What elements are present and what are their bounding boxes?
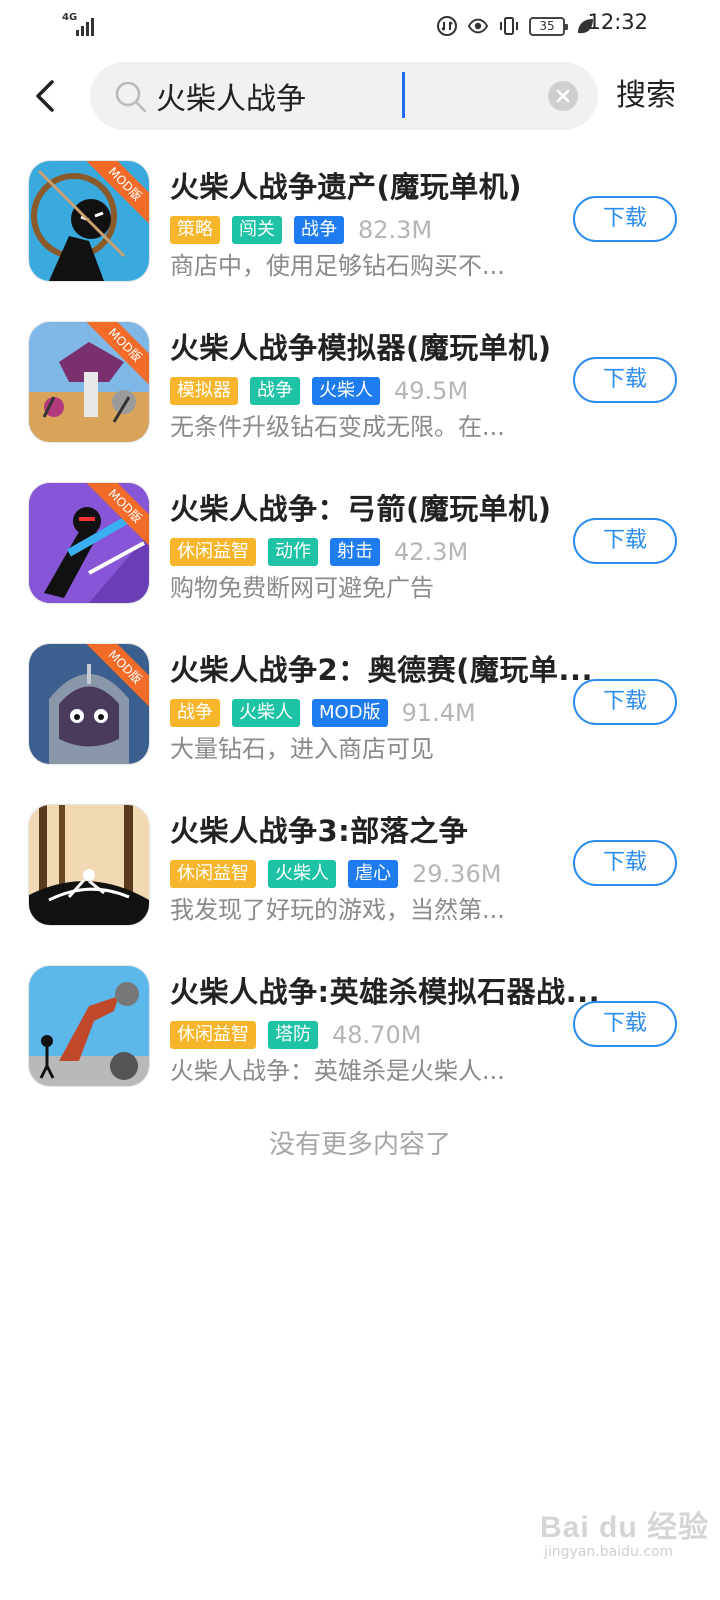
app-description: 无条件升级钻石变成无限。在...	[170, 413, 505, 441]
tag: 塔防	[268, 1021, 318, 1049]
app-description: 我发现了好玩的游戏，当然第...	[170, 896, 505, 924]
app-description: 商店中，使用足够钻石购买不...	[170, 252, 505, 280]
tag-row: 战争 火柴人 MOD版 91.4M	[170, 699, 476, 727]
app-title[interactable]: 火柴人战争模拟器(魔玩单机)	[170, 325, 600, 367]
app-icon-stick-war-hero	[28, 965, 150, 1087]
tag: 动作	[268, 538, 318, 566]
search-box[interactable]	[90, 62, 598, 130]
end-of-list-message: 没有更多内容了	[268, 1130, 451, 1160]
tag: 射击	[330, 538, 380, 566]
watermark-logo-text: Bai du 经验	[540, 1511, 710, 1544]
tag: 战争	[250, 377, 300, 405]
baidu-jingyan-watermark: Bai du 经验 jingyan.baidu.com	[540, 1492, 710, 1574]
tag-row: 休闲益智 动作 射击 42.3M	[170, 538, 468, 566]
tag: 火柴人	[312, 377, 380, 405]
chevron-left-icon	[36, 80, 54, 112]
list-item[interactable]: MOD版 火柴人战争模拟器(魔玩单机) 模拟器 战争 火柴人 49.5M 无条件…	[0, 315, 720, 476]
tag: 休闲益智	[170, 1021, 256, 1049]
tag: 策略	[170, 216, 220, 244]
text-cursor	[402, 72, 405, 118]
app-icon-stick-war-3	[28, 804, 150, 926]
file-size: 42.3M	[394, 538, 469, 566]
list-item[interactable]: MOD版 火柴人战争遗产(魔玩单机) 策略 闯关 战争 82.3M 商店中，使用…	[0, 154, 720, 315]
list-item[interactable]: MOD版 火柴人战争2：奥德赛(魔玩单... 战争 火柴人 MOD版 91.4M…	[0, 637, 720, 798]
battery-icon: 35	[529, 16, 568, 36]
tag-row: 休闲益智 火柴人 虐心 29.36M	[170, 860, 501, 888]
app-title[interactable]: 火柴人战争遗产(魔玩单机)	[170, 164, 600, 206]
app-icon-stick-war-archery: MOD版	[28, 482, 150, 604]
app-description: 大量钻石，进入商店可见	[170, 735, 434, 763]
download-button[interactable]: 下载	[573, 840, 677, 886]
tag: 火柴人	[268, 860, 336, 888]
app-description: 购物免费断网可避免广告	[170, 574, 434, 602]
network-type: 4G	[62, 12, 78, 23]
tag-row: 模拟器 战争 火柴人 49.5M	[170, 377, 468, 405]
eye-comfort-icon	[467, 18, 489, 34]
app-title[interactable]: 火柴人战争：弓箭(魔玩单机)	[170, 486, 600, 528]
tag: 休闲益智	[170, 538, 256, 566]
tag: 闯关	[232, 216, 282, 244]
file-size: 29.36M	[412, 860, 502, 888]
file-size: 82.3M	[358, 216, 433, 244]
download-button[interactable]: 下载	[573, 679, 677, 725]
app-description: 火柴人战争：英雄杀是火柴人...	[170, 1057, 505, 1085]
tag: 虐心	[348, 860, 398, 888]
search-input[interactable]	[156, 70, 536, 122]
search-button[interactable]: 搜索	[616, 72, 676, 120]
clear-search-button[interactable]	[548, 81, 578, 111]
app-icon-stick-war-2-odyssey: MOD版	[28, 643, 150, 765]
list-item[interactable]: 火柴人战争:英雄杀模拟石器战... 休闲益智 塔防 48.70M 火柴人战争：英…	[0, 959, 720, 1120]
search-results-list: MOD版 火柴人战争遗产(魔玩单机) 策略 闯关 战争 82.3M 商店中，使用…	[0, 154, 720, 1120]
data-saver-icon	[437, 16, 457, 36]
tag: 战争	[170, 699, 220, 727]
tag: MOD版	[312, 699, 388, 727]
back-button[interactable]	[24, 72, 68, 120]
cellular-signal-icon: 4G	[62, 12, 102, 38]
download-button[interactable]: 下载	[573, 518, 677, 564]
vibrate-icon	[500, 17, 518, 35]
search-icon	[115, 81, 147, 113]
tag: 模拟器	[170, 377, 238, 405]
app-icon-stick-war-simulator: MOD版	[28, 321, 150, 443]
file-size: 91.4M	[401, 699, 476, 727]
app-title[interactable]: 火柴人战争:英雄杀模拟石器战...	[170, 969, 600, 1011]
tag: 休闲益智	[170, 860, 256, 888]
status-time: 12:32	[587, 10, 648, 34]
tag: 战争	[294, 216, 344, 244]
watermark-url: jingyan.baidu.com	[544, 1544, 674, 1560]
app-title[interactable]: 火柴人战争3:部落之争	[170, 808, 600, 850]
download-button[interactable]: 下载	[573, 357, 677, 403]
tag: 火柴人	[232, 699, 300, 727]
file-size: 49.5M	[394, 377, 469, 405]
app-title[interactable]: 火柴人战争2：奥德赛(魔玩单...	[170, 647, 600, 689]
tag-row: 策略 闯关 战争 82.3M	[170, 216, 432, 244]
file-size: 48.70M	[332, 1021, 422, 1049]
close-icon	[556, 89, 570, 103]
download-button[interactable]: 下载	[573, 1001, 677, 1047]
tag-row: 休闲益智 塔防 48.70M	[170, 1021, 421, 1049]
list-item[interactable]: MOD版 火柴人战争：弓箭(魔玩单机) 休闲益智 动作 射击 42.3M 购物免…	[0, 476, 720, 637]
download-button[interactable]: 下载	[573, 196, 677, 242]
app-icon-stick-war-legacy: MOD版	[28, 160, 150, 282]
search-header: 搜索	[0, 62, 720, 130]
list-item[interactable]: 火柴人战争3:部落之争 休闲益智 火柴人 虐心 29.36M 我发现了好玩的游戏…	[0, 798, 720, 959]
status-bar: 4G 35 12:32	[0, 0, 720, 52]
